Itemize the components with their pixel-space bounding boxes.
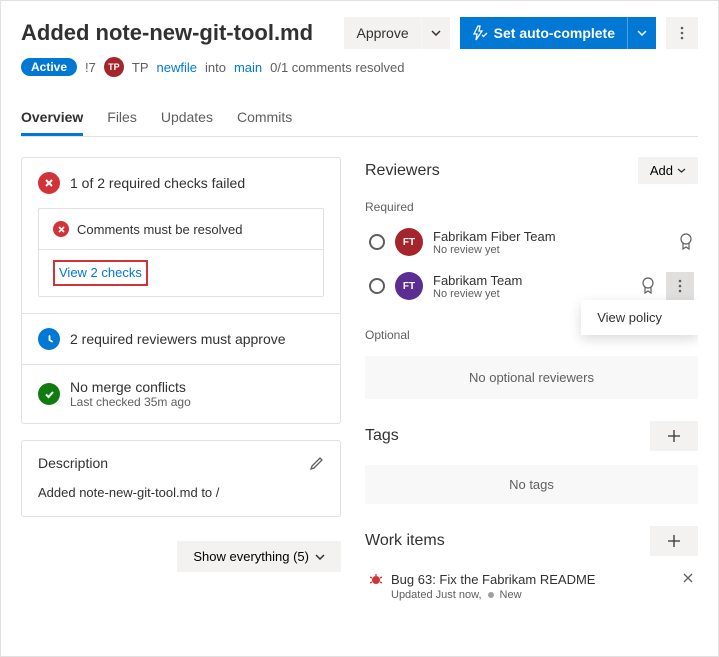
pr-id: !7 (85, 60, 96, 75)
reviewer-status: No review yet (433, 288, 630, 300)
vote-radio[interactable] (369, 234, 385, 250)
comments-resolved: 0/1 comments resolved (270, 60, 404, 75)
chevron-down-icon (315, 554, 325, 560)
optional-empty: No optional reviewers (365, 356, 698, 399)
state-dot-icon (488, 592, 494, 598)
reviewer-name: Fabrikam Team (433, 273, 630, 288)
add-reviewer-button[interactable]: Add (638, 157, 698, 184)
tab-updates[interactable]: Updates (161, 101, 213, 136)
source-branch-link[interactable]: newfile (157, 60, 197, 75)
chevron-down-icon (677, 168, 686, 173)
merge-status: No merge conflicts (70, 379, 191, 395)
into-label: into (205, 60, 226, 75)
view-checks-link[interactable]: View 2 checks (59, 265, 142, 280)
vertical-dots-icon (680, 26, 684, 40)
work-item-updated: Updated Just now, (391, 589, 482, 601)
author-name: TP (132, 60, 149, 75)
work-item-row[interactable]: Bug 63: Fix the Fabrikam README Updated … (365, 564, 698, 609)
remove-work-item-button[interactable] (682, 572, 694, 584)
description-body: Added note-new-git-tool.md to / (22, 485, 340, 516)
vote-radio[interactable] (369, 278, 385, 294)
check-item: Comments must be resolved (39, 209, 323, 249)
merge-checked: Last checked 35m ago (70, 395, 191, 409)
checks-summary: 1 of 2 required checks failed (70, 175, 245, 191)
work-item-title: Bug 63: Fix the Fabrikam README (391, 572, 674, 587)
tab-commits[interactable]: Commits (237, 101, 292, 136)
reviewer-avatar: FT (395, 272, 423, 300)
more-actions-button[interactable] (666, 17, 698, 49)
tab-files[interactable]: Files (107, 101, 137, 136)
required-label: Required (365, 200, 698, 214)
chevron-down-icon (431, 30, 441, 36)
checks-card: 1 of 2 required checks failed Comments m… (21, 157, 341, 424)
status-badge: Active (21, 58, 77, 76)
target-branch-link[interactable]: main (234, 60, 262, 75)
required-badge-icon (678, 233, 694, 251)
description-card: Description Added note-new-git-tool.md t… (21, 440, 341, 517)
page-title: Added note-new-git-tool.md (21, 20, 334, 46)
work-items-heading: Work items (365, 532, 445, 550)
autocomplete-caret[interactable] (628, 17, 656, 49)
work-item-state: New (500, 589, 522, 601)
required-badge-icon (640, 277, 656, 295)
tab-overview[interactable]: Overview (21, 101, 83, 136)
lightning-check-icon (472, 25, 488, 41)
plus-icon (667, 534, 681, 548)
add-work-item-button[interactable] (650, 526, 698, 556)
approve-caret[interactable] (422, 17, 450, 49)
clock-icon (38, 328, 60, 350)
reviewer-avatar: FT (395, 228, 423, 256)
reviewer-more-button[interactable] (666, 272, 694, 300)
add-tag-button[interactable] (650, 421, 698, 451)
show-everything-button[interactable]: Show everything (5) (177, 541, 341, 572)
plus-icon (667, 429, 681, 443)
vertical-dots-icon (678, 279, 682, 293)
tags-heading: Tags (365, 427, 399, 445)
set-autocomplete-button[interactable]: Set auto-complete (460, 17, 628, 49)
success-icon (38, 383, 60, 405)
reviewers-required-text: 2 required reviewers must approve (70, 331, 286, 347)
close-icon (682, 572, 694, 584)
author-avatar: TP (104, 57, 124, 77)
approve-button[interactable]: Approve (344, 17, 421, 49)
reviewers-heading: Reviewers (365, 162, 440, 180)
pencil-icon (309, 456, 324, 471)
reviewer-row: FT Fabrikam Fiber Team No review yet (365, 220, 698, 264)
reviewer-row: FT Fabrikam Team No review yet View poli… (365, 264, 698, 308)
reviewer-name: Fabrikam Fiber Team (433, 229, 668, 244)
fail-icon (38, 172, 60, 194)
bug-icon (369, 572, 383, 586)
tags-empty: No tags (365, 465, 698, 504)
description-heading: Description (38, 455, 108, 471)
fail-icon (53, 221, 69, 237)
reviewer-status: No review yet (433, 244, 668, 256)
chevron-down-icon (637, 30, 647, 36)
reviewer-context-menu[interactable]: View policy (581, 300, 698, 335)
edit-description-button[interactable] (309, 456, 324, 471)
